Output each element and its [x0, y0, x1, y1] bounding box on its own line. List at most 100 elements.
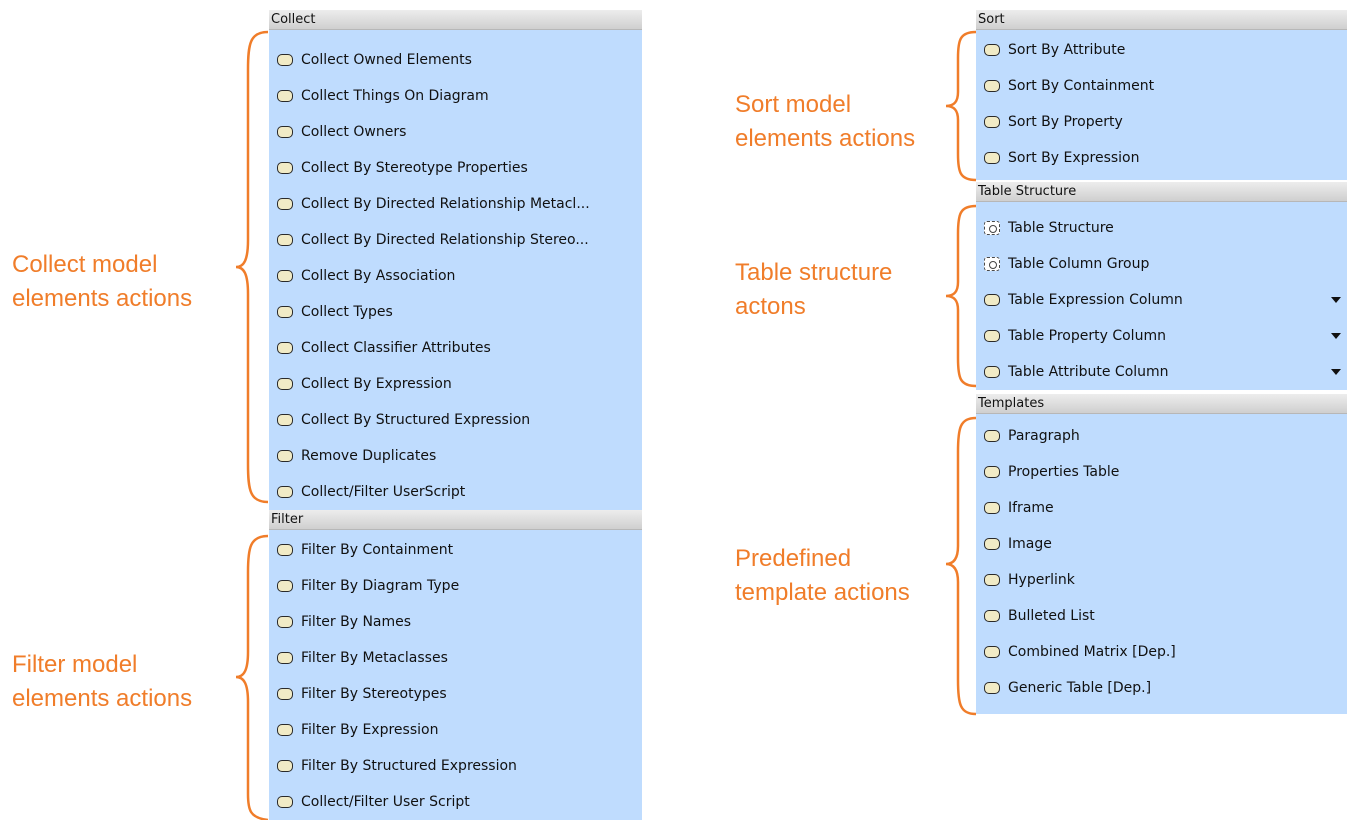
- list-item[interactable]: Properties Table: [976, 454, 1347, 490]
- item-label: Filter By Stereotypes: [301, 686, 447, 702]
- item-label: Collect By Expression: [301, 376, 452, 392]
- item-label: Collect By Structured Expression: [301, 412, 531, 428]
- action-icon: [277, 616, 293, 628]
- list-item[interactable]: Combined Matrix [Dep.]: [976, 634, 1347, 670]
- action-icon: [984, 610, 1000, 622]
- dropdown-arrow-icon[interactable]: [1331, 297, 1341, 303]
- table-annotation-line2: actons: [735, 293, 806, 320]
- item-label: Collect By Association: [301, 268, 456, 284]
- list-item[interactable]: Table Property Column: [976, 318, 1347, 354]
- list-item[interactable]: Collect By Association: [269, 258, 642, 294]
- list-item[interactable]: Collect Types: [269, 294, 642, 330]
- list-item[interactable]: Filter By Expression: [269, 712, 642, 748]
- item-label: Filter By Structured Expression: [301, 758, 517, 774]
- table-annotation: Table structure actons: [735, 256, 892, 324]
- sort-header[interactable]: Sort: [976, 10, 1347, 30]
- list-item[interactable]: Sort By Expression: [976, 140, 1347, 176]
- templates-brace: [945, 416, 977, 716]
- list-item[interactable]: Collect Things On Diagram: [269, 78, 642, 114]
- list-item[interactable]: Collect Classifier Attributes: [269, 330, 642, 366]
- list-item[interactable]: Collect Owners: [269, 114, 642, 150]
- list-item[interactable]: Paragraph: [976, 418, 1347, 454]
- templates-header[interactable]: Templates: [976, 394, 1347, 414]
- dropdown-arrow-icon[interactable]: [1331, 333, 1341, 339]
- list-item[interactable]: Sort By Property: [976, 104, 1347, 140]
- templates-annotation-line1: Predefined: [735, 545, 852, 572]
- action-icon: [277, 760, 293, 772]
- list-item[interactable]: Collect By Expression: [269, 366, 642, 402]
- item-label: Table Expression Column: [1008, 292, 1183, 308]
- item-label: Filter By Diagram Type: [301, 578, 460, 594]
- list-item[interactable]: Remove Duplicates: [269, 438, 642, 474]
- action-icon: [277, 162, 293, 174]
- filter-annotation: Filter model elements actions: [12, 648, 192, 716]
- list-item[interactable]: Bulleted List: [976, 598, 1347, 634]
- item-label: Iframe: [1008, 500, 1054, 516]
- templates-list: Paragraph Properties Table Iframe Image …: [976, 414, 1347, 714]
- item-label: Remove Duplicates: [301, 448, 437, 464]
- table-brace: [945, 204, 977, 388]
- action-icon: [277, 342, 293, 354]
- list-item[interactable]: Filter By Names: [269, 604, 642, 640]
- list-item[interactable]: Table Structure: [976, 210, 1347, 246]
- list-item[interactable]: Filter By Structured Expression: [269, 748, 642, 784]
- list-item[interactable]: Sort By Attribute: [976, 32, 1347, 68]
- action-icon: [277, 796, 293, 808]
- action-icon: [984, 44, 1000, 56]
- item-label: Collect Owners: [301, 124, 407, 140]
- list-item[interactable]: Filter By Diagram Type: [269, 568, 642, 604]
- action-icon: [984, 80, 1000, 92]
- item-label: Collect/Filter UserScript: [301, 484, 466, 500]
- action-icon: [277, 652, 293, 664]
- item-label: Filter By Containment: [301, 542, 454, 558]
- templates-panel: Templates Paragraph Properties Table Ifr…: [976, 394, 1347, 714]
- table-structure-header[interactable]: Table Structure: [976, 182, 1347, 202]
- list-item[interactable]: Filter By Metaclasses: [269, 640, 642, 676]
- list-item[interactable]: Filter By Containment: [269, 532, 642, 568]
- action-icon: [984, 502, 1000, 514]
- list-item[interactable]: Collect By Directed Relationship Metacl.…: [269, 186, 642, 222]
- list-item[interactable]: Table Column Group: [976, 246, 1347, 282]
- action-icon: [984, 646, 1000, 658]
- action-icon: [984, 366, 1000, 378]
- dropdown-arrow-icon[interactable]: [1331, 369, 1341, 375]
- collect-header[interactable]: Collect: [269, 10, 642, 30]
- action-icon: [277, 378, 293, 390]
- list-item[interactable]: Sort By Containment: [976, 68, 1347, 104]
- list-item[interactable]: Table Expression Column: [976, 282, 1347, 318]
- item-label: Sort By Containment: [1008, 78, 1155, 94]
- collect-brace: [235, 30, 269, 504]
- filter-annotation-line1: Filter model: [12, 651, 138, 678]
- filter-header[interactable]: Filter: [269, 510, 642, 530]
- item-label: Collect Owned Elements: [301, 52, 472, 68]
- collect-annotation-line2: elements actions: [12, 285, 193, 312]
- item-label: Collect By Directed Relationship Stereo.…: [301, 232, 589, 248]
- list-item[interactable]: Hyperlink: [976, 562, 1347, 598]
- action-icon: [984, 330, 1000, 342]
- item-label: Sort By Property: [1008, 114, 1123, 130]
- list-item[interactable]: Collect/Filter UserScript: [269, 474, 642, 510]
- filter-panel: Filter Filter By Containment Filter By D…: [269, 510, 642, 820]
- sort-annotation: Sort model elements actions: [735, 88, 915, 156]
- item-label: Collect Things On Diagram: [301, 88, 489, 104]
- collect-annotation: Collect model elements actions: [12, 248, 192, 316]
- list-item[interactable]: Iframe: [976, 490, 1347, 526]
- action-icon: [277, 724, 293, 736]
- item-label: Filter By Expression: [301, 722, 439, 738]
- list-item[interactable]: Collect Owned Elements: [269, 42, 642, 78]
- action-icon: [984, 294, 1000, 306]
- list-item[interactable]: Generic Table [Dep.]: [976, 670, 1347, 706]
- action-icon: [984, 682, 1000, 694]
- list-item[interactable]: Collect/Filter User Script: [269, 784, 642, 820]
- list-item[interactable]: Collect By Stereotype Properties: [269, 150, 642, 186]
- action-icon: [984, 466, 1000, 478]
- list-item[interactable]: Filter By Stereotypes: [269, 676, 642, 712]
- item-label: Collect By Stereotype Properties: [301, 160, 528, 176]
- action-icon: [277, 450, 293, 462]
- list-item[interactable]: Collect By Directed Relationship Stereo.…: [269, 222, 642, 258]
- list-item[interactable]: Table Attribute Column: [976, 354, 1347, 390]
- action-icon: [277, 198, 293, 210]
- list-item[interactable]: Image: [976, 526, 1347, 562]
- list-item[interactable]: Collect By Structured Expression: [269, 402, 642, 438]
- action-icon: [277, 54, 293, 66]
